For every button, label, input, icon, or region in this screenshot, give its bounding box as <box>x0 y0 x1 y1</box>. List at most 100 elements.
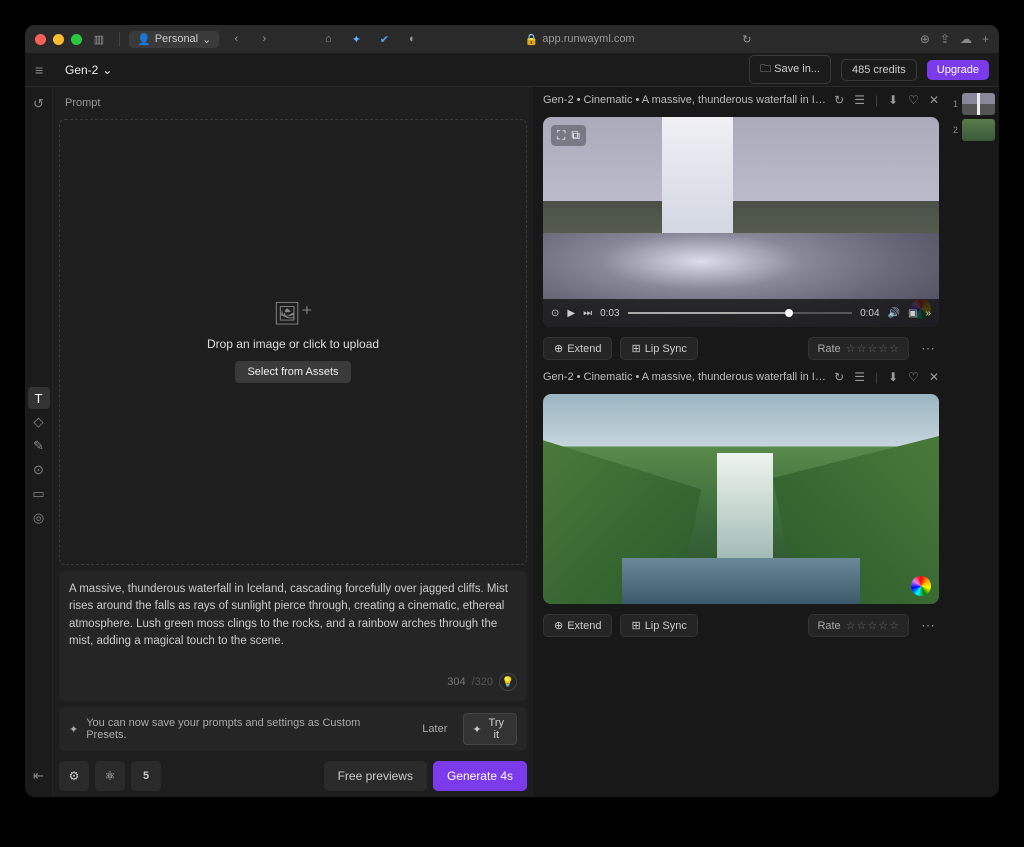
tip-text: You can now save your prompts and settin… <box>86 717 398 741</box>
favorite-icon[interactable]: ♡ <box>908 370 919 384</box>
cloud-icon[interactable]: ☁ <box>960 32 972 46</box>
collapse-rail-icon[interactable]: ⇤ <box>28 765 50 787</box>
forward-button[interactable]: › <box>253 29 275 49</box>
progress-bar[interactable] <box>628 312 853 314</box>
aspect-tab[interactable]: ▭ <box>28 483 50 505</box>
loop-icon[interactable]: ⊙ <box>551 308 559 319</box>
prompt-textarea[interactable]: A massive, thunderous waterfall in Icela… <box>59 571 527 701</box>
extend-button[interactable]: ⊕ Extend <box>543 337 612 360</box>
lock-icon: 🔒 <box>525 33 539 46</box>
text-tab[interactable]: T <box>28 387 50 409</box>
refresh-icon[interactable]: ↻ <box>834 370 844 384</box>
extension-icon-1[interactable]: ✦ <box>345 29 367 49</box>
breadcrumb[interactable]: Gen-2 ⌄ <box>65 63 112 77</box>
new-tab-icon[interactable]: + <box>982 32 989 46</box>
image-dropzone[interactable]: 🖼⁺ Drop an image or click to upload Sele… <box>59 119 527 565</box>
credits-button[interactable]: 485 credits <box>841 59 917 81</box>
generate-button[interactable]: Generate 4s <box>433 761 527 791</box>
rate-button[interactable]: Rate ☆☆☆☆☆ <box>808 337 909 360</box>
more-menu-icon[interactable]: ⋯ <box>917 340 939 357</box>
url-bar[interactable]: 🔒 app.runwayml.com <box>429 33 730 46</box>
motion-tab[interactable]: ⊙ <box>28 459 50 481</box>
lipsync-button[interactable]: ⊞ Lip Sync <box>620 337 697 360</box>
pip-icon[interactable]: ⧉ <box>571 128 580 143</box>
minimize-window[interactable] <box>53 34 64 45</box>
sidebar-toggle-icon[interactable]: ▥ <box>88 29 110 49</box>
thumb-number: 2 <box>953 125 959 135</box>
chevron-down-icon: ⌄ <box>102 63 112 77</box>
refresh-icon[interactable]: ↻ <box>834 93 844 107</box>
lipsync-button[interactable]: ⊞ Lip Sync <box>620 614 697 637</box>
suggest-icon[interactable]: 💡 <box>499 673 517 691</box>
total-time: 0:04 <box>860 308 879 319</box>
video-result[interactable]: ⛶ ⧉ ⊙ ▶ ⏭ 0:03 0:04 🔊 <box>543 117 939 327</box>
save-button[interactable]: 🗀 Save in... <box>749 55 831 84</box>
titlebar: ▥ 👤 Personal ⌄ ‹ › ⌂ ✦ ✔ ◐ 🔒 app.runwaym… <box>25 25 999 53</box>
upgrade-button[interactable]: Upgrade <box>927 60 989 80</box>
star-rating[interactable]: ☆☆☆☆☆ <box>846 619 900 632</box>
rate-button[interactable]: Rate ☆☆☆☆☆ <box>808 614 909 637</box>
result-title: Gen-2 • Cinematic • A massive, thunderou… <box>543 371 826 383</box>
prompt-label: Prompt <box>59 93 527 113</box>
close-window[interactable] <box>35 34 46 45</box>
thumb-number: 1 <box>953 99 959 109</box>
extend-button[interactable]: ⊕ Extend <box>543 614 612 637</box>
camera-tab[interactable]: ◎ <box>28 507 50 529</box>
close-icon[interactable]: ✕ <box>929 370 939 384</box>
tip-bar: ✦ You can now save your prompts and sett… <box>59 707 527 751</box>
video-controls: ⊙ ▶ ⏭ 0:03 0:04 🔊 ▣ » <box>543 299 939 327</box>
extension-icon-2[interactable]: ✔ <box>373 29 395 49</box>
home-icon[interactable]: ⌂ <box>317 29 339 49</box>
brush-tab[interactable]: ✎ <box>28 435 50 457</box>
generation-count[interactable]: 5 <box>131 761 161 791</box>
thumbnail[interactable] <box>962 93 995 115</box>
workspace-dropdown[interactable]: 👤 Personal ⌄ <box>129 31 219 48</box>
more-icon[interactable]: » <box>925 308 931 319</box>
extend-icon: ⊕ <box>554 342 563 355</box>
step-icon[interactable]: ⏭ <box>583 308 592 319</box>
result-actions: ⊕ Extend ⊞ Lip Sync Rate ☆☆☆☆☆ ⋯ <box>543 337 939 360</box>
star-rating[interactable]: ☆☆☆☆☆ <box>846 342 900 355</box>
history-icon[interactable]: ↺ <box>28 93 50 115</box>
thumbnail-strip: 1 2 <box>949 87 999 797</box>
image-tab[interactable]: ◇ <box>28 411 50 433</box>
maximize-window[interactable] <box>71 34 82 45</box>
expand-icon[interactable]: ⛶ <box>557 128 565 143</box>
user-icon: 👤 <box>137 33 151 46</box>
video-result[interactable] <box>543 394 939 604</box>
extension-icon-3[interactable]: ◐ <box>401 29 423 49</box>
thumbnail[interactable] <box>962 119 995 141</box>
more-menu-icon[interactable]: ⋯ <box>917 617 939 634</box>
play-icon[interactable]: ▶ <box>567 308 575 319</box>
seed-icon[interactable]: ⚛ <box>95 761 125 791</box>
result-title: Gen-2 • Cinematic • A massive, thunderou… <box>543 94 826 106</box>
back-button[interactable]: ‹ <box>225 29 247 49</box>
queue-icon[interactable]: ☰ <box>854 93 865 107</box>
fullscreen-icon[interactable]: ▣ <box>908 308 917 319</box>
try-it-button[interactable]: ✦ Try it <box>463 713 517 745</box>
close-icon[interactable]: ✕ <box>929 93 939 107</box>
favorite-icon[interactable]: ♡ <box>908 93 919 107</box>
free-previews-button[interactable]: Free previews <box>324 761 427 791</box>
prompt-text: A massive, thunderous waterfall in Icela… <box>69 581 517 673</box>
later-button[interactable]: Later <box>414 720 455 738</box>
chevron-down-icon: ⌄ <box>202 33 211 46</box>
char-count: 304 <box>447 676 465 688</box>
result-header: Gen-2 • Cinematic • A massive, thunderou… <box>543 93 939 107</box>
volume-icon[interactable]: 🔊 <box>888 308 900 319</box>
download-icon[interactable]: ⬇ <box>888 93 898 107</box>
extend-icon: ⊕ <box>554 619 563 632</box>
dropzone-text: Drop an image or click to upload <box>207 337 379 351</box>
settings-icon[interactable]: ⚙ <box>59 761 89 791</box>
select-from-assets-button[interactable]: Select from Assets <box>235 361 350 383</box>
download-icon[interactable]: ⊕ <box>920 32 930 46</box>
menu-icon[interactable]: ≡ <box>35 62 55 78</box>
share-icon[interactable]: ⇪ <box>940 32 950 46</box>
refresh-icon[interactable]: ↻ <box>736 29 758 49</box>
lipsync-icon: ⊞ <box>631 619 640 632</box>
sparkle-icon: ✦ <box>472 723 481 736</box>
color-wheel-icon[interactable] <box>911 576 931 596</box>
download-icon[interactable]: ⬇ <box>888 370 898 384</box>
sparkle-icon: ✦ <box>69 723 78 736</box>
queue-icon[interactable]: ☰ <box>854 370 865 384</box>
